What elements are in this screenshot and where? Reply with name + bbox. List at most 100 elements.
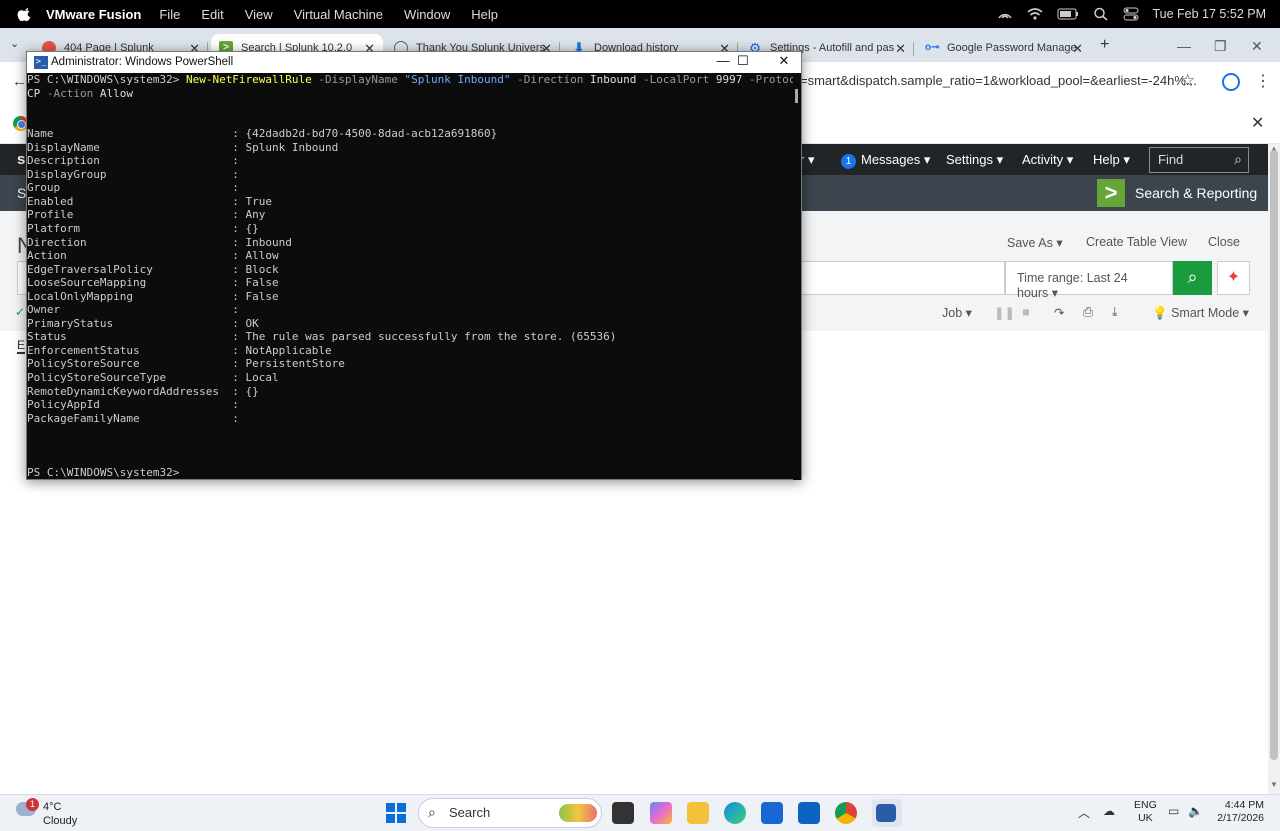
new-tab-button[interactable]: +	[1100, 36, 1109, 54]
console-scrollbar[interactable]	[793, 73, 801, 480]
nav-settings[interactable]: Settings ▾	[946, 152, 1003, 168]
volume-icon[interactable]: 🔈	[1188, 804, 1203, 818]
property-value: OK	[245, 316, 259, 330]
active-app-name[interactable]: VMware Fusion	[46, 7, 141, 22]
search-mode-menu[interactable]: 💡 Smart Mode ▾	[1152, 305, 1249, 321]
url-text[interactable]: =smart&dispatch.sample_ratio=1&workload_…	[800, 73, 1197, 88]
app-title[interactable]: Search & Reporting	[1135, 185, 1257, 201]
nav-help[interactable]: Help ▾	[1093, 152, 1130, 168]
activity-label: Activity	[1022, 152, 1064, 167]
copilot-icon[interactable]	[650, 802, 672, 824]
save-as-button[interactable]: Save As ▾	[1007, 235, 1063, 250]
property-row: PrimaryStatus : OK	[27, 317, 793, 331]
apple-icon[interactable]	[17, 6, 33, 22]
more-menu-icon[interactable]: ⋮	[1255, 71, 1271, 91]
property-name: PackageFamilyName	[27, 411, 140, 425]
value-displayname: "Splunk Inbound"	[404, 73, 511, 86]
restore-icon[interactable]: ❐	[1214, 38, 1227, 55]
property-row: DisplayName : Splunk Inbound	[27, 141, 793, 155]
control-center-icon[interactable]	[1123, 7, 1139, 21]
nav-activity[interactable]: Activity ▾	[1022, 152, 1073, 168]
profile-avatar-icon[interactable]	[1222, 73, 1240, 91]
windows-taskbar: 1 4°C Cloudy ⌕ Search ︿ ☁ ENG UK ▭ 🔈 4:4…	[0, 794, 1280, 831]
onedrive-icon[interactable]: ☁	[1103, 804, 1115, 818]
tab-close-icon[interactable]: ✕	[1072, 41, 1083, 57]
powershell-console[interactable]: PS C:\WINDOWS\system32> New-NetFirewallR…	[27, 73, 793, 480]
close-button[interactable]: Close	[1208, 235, 1240, 249]
tab-close-icon[interactable]: ✕	[895, 41, 906, 57]
info-bar-close-icon[interactable]: ✕	[1251, 113, 1264, 133]
console-scrollbar-thumb[interactable]	[795, 89, 798, 103]
scrollbar-thumb[interactable]	[1270, 150, 1278, 760]
file-explorer-icon[interactable]	[687, 802, 709, 824]
outlook-icon[interactable]	[798, 802, 820, 824]
back-arrow-icon[interactable]: ←	[12, 73, 27, 90]
powershell-window[interactable]: >_ Administrator: Windows PowerShell — ☐…	[26, 51, 802, 480]
macos-menu-bar: VMware Fusion File Edit View Virtual Mac…	[0, 0, 1280, 28]
print-icon[interactable]: ⎙	[1083, 305, 1093, 320]
export-icon[interactable]: ⤓	[1112, 305, 1118, 320]
edge-icon[interactable]	[724, 802, 746, 824]
nav-user-menu-caret[interactable]: r ▾	[800, 152, 814, 168]
property-row: LooseSourceMapping : False	[27, 276, 793, 290]
chrome-icon[interactable]	[835, 802, 857, 824]
wifi-icon[interactable]	[1026, 7, 1043, 21]
property-name: Enabled	[27, 194, 74, 208]
taskbar-search-box[interactable]: ⌕ Search	[418, 798, 602, 828]
close-window-icon[interactable]: ✕	[1251, 38, 1263, 55]
property-value: True	[245, 194, 273, 208]
run-search-button[interactable]: ⌕	[1173, 261, 1212, 295]
value-localport: 9997	[715, 73, 743, 86]
menu-edit[interactable]: Edit	[201, 7, 223, 22]
ai-assistant-button[interactable]: ✦	[1217, 261, 1250, 295]
time-range-picker[interactable]: Time range: Last 24 hours ▾	[1005, 261, 1173, 300]
stop-icon[interactable]: ■	[1022, 305, 1030, 319]
store-icon[interactable]	[761, 802, 783, 824]
tab-separator	[913, 42, 914, 56]
menu-virtual-machine[interactable]: Virtual Machine	[294, 7, 383, 22]
menu-help[interactable]: Help	[471, 7, 498, 22]
windows-start-icon[interactable]	[386, 803, 406, 823]
sparkle-icon: ✦	[1226, 269, 1241, 286]
search-icon[interactable]: ⌕	[1234, 151, 1242, 168]
show-hidden-icons[interactable]: ︿	[1078, 804, 1090, 821]
menu-file[interactable]: File	[159, 7, 180, 22]
menu-window[interactable]: Window	[404, 7, 450, 22]
tab-google-password-manager[interactable]: o⊸ Google Password Manage ✕	[919, 34, 1091, 62]
tab-search-dropdown-icon[interactable]: ⌄	[10, 37, 19, 50]
property-name: RemoteDynamicKeywordAddresses	[27, 384, 220, 398]
property-separator: :	[225, 371, 246, 385]
page-scrollbar[interactable]: ▲ ▼	[1268, 144, 1280, 794]
powershell-icon: >_	[34, 56, 48, 69]
minimize-icon[interactable]: —	[1177, 38, 1191, 54]
property-row: Direction : Inbound	[27, 236, 793, 250]
vmware-status-icon[interactable]	[997, 7, 1013, 21]
property-separator: :	[225, 343, 246, 357]
settings-label: Settings	[946, 152, 993, 167]
nav-messages[interactable]: 1 Messages ▾	[841, 152, 930, 169]
ps-close-icon[interactable]: ✕	[764, 53, 804, 69]
taskbar-clock[interactable]: 4:44 PM 2/17/2026	[1212, 799, 1264, 825]
bookmark-star-icon[interactable]: ☆	[1180, 71, 1195, 91]
scroll-down-icon[interactable]: ▼	[1270, 780, 1278, 789]
create-table-view-button[interactable]: Create Table View	[1086, 235, 1187, 249]
task-view-icon[interactable]	[612, 802, 634, 824]
network-icon[interactable]: ▭	[1168, 804, 1179, 818]
menu-bar-clock[interactable]: Tue Feb 17 5:52 PM	[1153, 7, 1267, 21]
spotlight-search-icon[interactable]	[1093, 7, 1109, 21]
language-indicator[interactable]: ENG UK	[1134, 799, 1157, 825]
tab-events[interactable]: E	[17, 338, 26, 354]
property-row: Action : Allow	[27, 249, 793, 263]
menu-view[interactable]: View	[245, 7, 273, 22]
ps-maximize-icon[interactable]: ☐	[723, 53, 763, 69]
powershell-title-bar[interactable]: >_ Administrator: Windows PowerShell — ☐…	[27, 52, 801, 73]
app-nav-search[interactable]: S	[17, 185, 26, 201]
property-name: Group	[27, 181, 61, 195]
battery-icon[interactable]	[1057, 7, 1079, 21]
find-input[interactable]: Find ⌕	[1149, 147, 1249, 173]
job-menu[interactable]: Job ▾	[942, 305, 972, 320]
pause-icon[interactable]: ❚❚	[994, 305, 1015, 320]
share-icon[interactable]: ↷	[1054, 305, 1064, 320]
property-separator: :	[225, 384, 246, 398]
property-separator: :	[225, 140, 246, 154]
